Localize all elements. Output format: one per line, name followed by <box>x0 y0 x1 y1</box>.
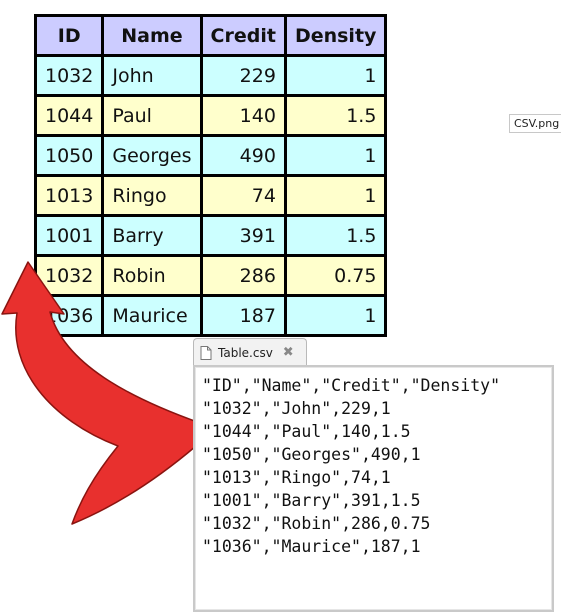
editor-tab-label: Table.csv <box>218 345 273 360</box>
editor-line: "1032","Robin",286,0.75 <box>202 514 431 533</box>
editor-line: "1032","John",229,1 <box>202 399 391 418</box>
file-icon <box>200 345 212 360</box>
editor-line: "1044","Paul",140,1.5 <box>202 422 411 441</box>
editor-text-area[interactable]: "ID","Name","Credit","Density" "1032","J… <box>193 365 554 612</box>
editor-line: "1050","Georges",490,1 <box>202 445 421 464</box>
editor-line: "1001","Barry",391,1.5 <box>202 491 421 510</box>
editor-tab[interactable]: Table.csv ✖ <box>193 338 307 366</box>
csv-content: "ID","Name","Credit","Density" "1032","J… <box>202 374 552 558</box>
editor-line: "1013","Ringo",74,1 <box>202 468 391 487</box>
close-icon[interactable]: ✖ <box>283 345 294 360</box>
image-caption-label: CSV.png <box>509 114 561 133</box>
text-editor-window: Table.csv ✖ "ID","Name","Credit","Densit… <box>193 338 554 612</box>
editor-line: "ID","Name","Credit","Density" <box>202 376 501 395</box>
editor-line: "1036","Maurice",187,1 <box>202 537 421 556</box>
arrow-body <box>1 261 201 525</box>
